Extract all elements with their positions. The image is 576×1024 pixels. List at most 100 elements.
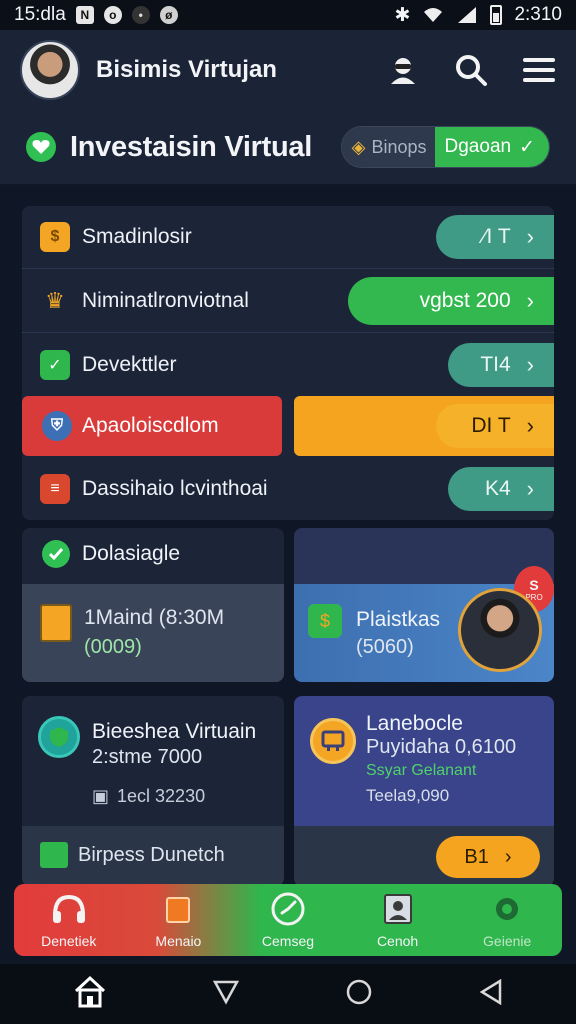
book-icon — [160, 891, 196, 927]
spreadsheet-icon — [40, 842, 68, 868]
home-icon[interactable] — [73, 975, 107, 1014]
status-time-right: 2:310 — [514, 4, 562, 25]
signal-icon — [458, 7, 477, 23]
gear-icon — [489, 891, 525, 927]
status-time-left: 15:dla — [14, 4, 66, 25]
menu-icon[interactable] — [522, 53, 556, 87]
circle-home-icon[interactable] — [345, 978, 373, 1011]
heart-check-icon — [26, 132, 56, 162]
back-triangle-icon[interactable] — [212, 979, 240, 1010]
list-item-value-button[interactable]: K4 › — [448, 467, 554, 511]
card-title: Dolasiagle — [82, 542, 181, 565]
list-item-value: ⁄I T — [483, 225, 511, 248]
search-icon[interactable] — [454, 53, 488, 87]
badge-letter: S — [529, 576, 539, 593]
card-dolasiagle[interactable]: Dolasiagle 1Maind (8:30M (0009) — [22, 528, 284, 682]
wallet-icon: ◈ — [351, 136, 366, 157]
card-subtitle: Puyidaha 0,6100 — [366, 736, 517, 758]
headphones-icon — [51, 891, 87, 927]
bluetooth-icon: ✱ — [394, 4, 411, 26]
list-item-value-button[interactable]: DI T › — [436, 404, 554, 448]
user-badge-icon[interactable] — [386, 53, 420, 87]
card-title: Lanebocle — [366, 712, 463, 735]
list-item[interactable]: $ Smadinlosir ⁄I T › — [22, 206, 554, 268]
notification-circle-icon: o — [103, 6, 122, 24]
clock-icon — [270, 891, 306, 927]
portrait-icon — [380, 891, 416, 927]
investment-list: $ Smadinlosir ⁄I T › ♛ Niminatlronviotna… — [22, 206, 554, 520]
notification-brand-icon: ø — [159, 6, 178, 24]
notebook-icon — [40, 604, 72, 642]
chevron-right-icon: › — [526, 476, 534, 501]
card-bieeshea[interactable]: Bieeshea Virtuain 2:stme 7000 ▣ 1ecl 322… — [22, 696, 284, 886]
list-item-value: TI4 — [480, 353, 511, 376]
wifi-icon — [424, 8, 443, 22]
bottom-navigation: Denetiek Menaio Cemseg Cenoh Geienie — [14, 884, 562, 956]
divider — [22, 268, 554, 269]
list-item-value: DI T — [471, 414, 511, 437]
recent-triangle-icon[interactable] — [478, 978, 504, 1011]
section-title: Investaisin Virtual — [70, 130, 312, 163]
nav-label: Denetiek — [41, 933, 97, 949]
lock-icon: ▣ — [92, 786, 110, 806]
list-item-value: vgbst 200 — [419, 289, 511, 312]
toggle-option-inactive[interactable]: ◈ Binops — [341, 127, 435, 167]
list-item-highlighted[interactable]: ⛨ Apaoloiscdlom DI T › — [22, 396, 554, 456]
list-item-label: Niminatlronviotnal — [82, 289, 249, 312]
crown-icon: ♛ — [45, 288, 65, 313]
shield-icon: ⛨ — [42, 411, 72, 441]
card-note: Ssyar Gelanant — [366, 762, 477, 779]
card-value: (0009) — [84, 636, 142, 658]
nav-item-cemseg[interactable]: Cemseg — [233, 884, 343, 956]
list-item-label: Smadinlosir — [82, 225, 192, 248]
nav-item-denetiek[interactable]: Denetiek — [14, 884, 124, 956]
nav-label: Geienie — [483, 933, 532, 949]
app-header: Bisimis Virtujan — [0, 30, 576, 110]
app-title: Bisimis Virtujan — [96, 56, 277, 83]
list-item-value-button[interactable]: TI4 › — [448, 343, 554, 387]
list-item[interactable]: ♛ Niminatlronviotnal vgbst 200 › — [22, 270, 554, 332]
shield-check-icon — [38, 716, 80, 758]
nav-label: Menaio — [155, 933, 202, 949]
card-action-button[interactable]: B1 › — [436, 836, 540, 878]
list-item-label: Devekttler — [82, 353, 177, 376]
nav-item-menaio[interactable]: Menaio — [124, 884, 234, 956]
check-icon: ✓ — [519, 136, 535, 158]
card-subtitle: 2:stme 7000 — [92, 746, 203, 768]
checkbox-icon: ✓ — [40, 350, 70, 380]
system-navigation — [0, 964, 576, 1024]
list-item-value-button[interactable]: ⁄I T › — [436, 215, 554, 259]
list-item-label: Dassihaio lcvinthoai — [82, 477, 268, 500]
nav-item-geienie[interactable]: Geienie — [452, 884, 562, 956]
chevron-right-icon: › — [504, 845, 512, 868]
list-item[interactable]: ✓ Devekttler TI4 › — [22, 334, 554, 396]
battery-icon — [490, 5, 503, 25]
list-item-value-button[interactable]: vgbst 200 › — [348, 277, 554, 325]
list-item[interactable]: ≡ Dassihaio lcvinthoai K4 › — [22, 458, 554, 520]
card-detail: Teela9,090 — [366, 786, 450, 805]
receipt-icon — [310, 718, 356, 764]
card-title: Plaistkas — [356, 608, 441, 631]
coin-icon: $ — [40, 222, 70, 252]
card-footer-label: Birpess Dunetch — [78, 844, 225, 866]
nav-label: Cemseg — [261, 933, 315, 949]
mode-toggle[interactable]: ◈ Binops Dgaoan ✓ — [340, 126, 550, 168]
check-circle-icon — [42, 540, 70, 568]
dollar-tag-icon: $ — [308, 604, 342, 638]
chevron-right-icon: › — [526, 352, 534, 377]
notification-dot-icon: • — [131, 6, 150, 24]
card-value: (5060) — [356, 636, 414, 658]
card-lanebocle[interactable]: Lanebocle Puyidaha 0,6100 Ssyar Gelanant… — [294, 696, 554, 886]
divider — [22, 332, 554, 333]
toggle-active-label: Dgaoan — [444, 136, 512, 157]
card-action-label: B1 — [464, 845, 489, 868]
avatar[interactable] — [20, 40, 80, 100]
nav-item-cenoh[interactable]: Cenoh — [343, 884, 453, 956]
toggle-option-active[interactable]: Dgaoan ✓ — [434, 127, 549, 167]
document-icon: ≡ — [40, 474, 70, 504]
toggle-inactive-label: Binops — [371, 136, 427, 157]
notification-app-icon: N — [75, 6, 94, 24]
status-bar: 15:dla N o • ø ✱ 2:310 — [0, 0, 576, 30]
list-item-value: K4 — [484, 477, 511, 500]
card-plaistkas[interactable]: S PRO $ Plaistkas (5060) — [294, 528, 554, 682]
